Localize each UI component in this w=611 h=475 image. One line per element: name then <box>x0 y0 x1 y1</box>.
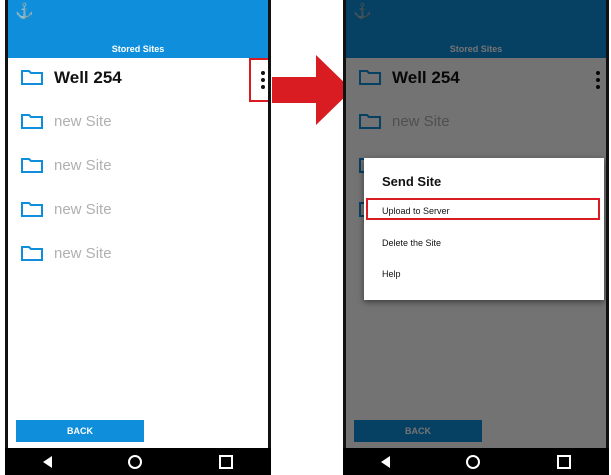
send-site-dialog: Send Site Upload to Server Delete the Si… <box>364 158 604 300</box>
arrow-right-icon <box>272 55 352 125</box>
navigation-bar <box>5 448 271 475</box>
more-vertical-icon <box>261 71 265 89</box>
app-screen-right: ⚓ Stored Sites Well 254 new Site <box>346 0 606 448</box>
menu-item-upload-to-server[interactable]: Upload to Server <box>382 206 450 216</box>
menu-item-delete-site[interactable]: Delete the Site <box>382 238 441 248</box>
nav-recents-icon[interactable] <box>556 454 571 469</box>
nav-home-icon[interactable] <box>466 454 481 469</box>
site-label: new Site <box>54 157 112 174</box>
anchor-icon: ⚓ <box>15 3 34 20</box>
folder-icon <box>21 70 43 85</box>
dialog-title: Send Site <box>382 174 442 189</box>
overflow-menu-button[interactable] <box>249 58 268 102</box>
folder-icon <box>21 202 43 217</box>
back-button[interactable]: BACK <box>16 420 144 442</box>
status-bar: ⚓ <box>8 0 268 40</box>
menu-item-help[interactable]: Help <box>382 269 401 279</box>
folder-icon <box>21 114 43 129</box>
site-label: new Site <box>54 201 112 218</box>
site-item[interactable]: new Site <box>8 102 268 146</box>
page-title: Stored Sites <box>8 40 268 58</box>
phone-screen-left: ⚓ Stored Sites Well 254 new Site new Sit… <box>5 0 271 475</box>
app-screen-left: ⚓ Stored Sites Well 254 new Site new Sit… <box>8 0 268 448</box>
folder-icon <box>21 246 43 261</box>
folder-icon <box>21 158 43 173</box>
nav-back-icon[interactable] <box>43 455 53 468</box>
site-item-well-254[interactable]: Well 254 <box>8 58 268 102</box>
nav-recents-icon[interactable] <box>218 454 233 469</box>
site-label: Well 254 <box>54 68 122 87</box>
site-item[interactable]: new Site <box>8 234 268 278</box>
nav-back-icon[interactable] <box>381 455 391 468</box>
site-item[interactable]: new Site <box>8 146 268 190</box>
navigation-bar <box>343 448 609 475</box>
site-item[interactable]: new Site <box>8 190 268 234</box>
site-label: new Site <box>54 245 112 262</box>
site-label: new Site <box>54 113 112 130</box>
nav-home-icon[interactable] <box>128 454 143 469</box>
site-list: Well 254 new Site new Site new Site new … <box>8 58 268 278</box>
phone-screen-right: ⚓ Stored Sites Well 254 new Site <box>343 0 609 475</box>
